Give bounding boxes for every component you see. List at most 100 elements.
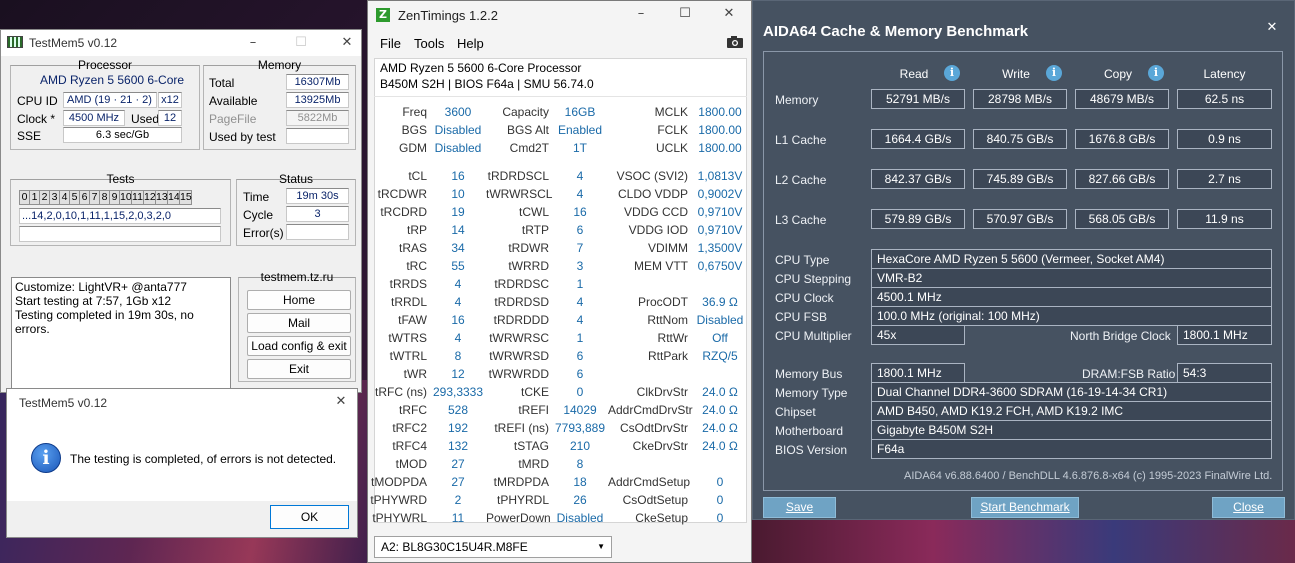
timing-value: 0: [576, 385, 584, 399]
bench-value: 579.89 GB/s: [871, 209, 965, 229]
mail-button[interactable]: Mail: [247, 313, 351, 333]
start-benchmark-button[interactable]: Start Benchmark: [971, 497, 1079, 518]
timing-label: tMOD: [395, 457, 427, 471]
close-icon[interactable]: ✕: [328, 30, 366, 56]
timing-label: UCLK: [655, 141, 688, 155]
cpu-id-value: AMD (19 · 21 · 2): [63, 92, 157, 108]
testmem-titlebar[interactable]: TestMem5 v0.12 – ☐ ✕: [1, 30, 361, 56]
save-button-label: Save: [785, 500, 814, 514]
bench-value: 840.75 GB/s: [973, 129, 1067, 149]
timing-value: 12: [451, 367, 465, 381]
cpu-type-label: CPU Type: [775, 253, 830, 267]
bench-value: 0.9 ns: [1177, 129, 1272, 149]
minimize-icon[interactable]: –: [234, 30, 272, 56]
timing-value: Enabled: [557, 123, 603, 137]
wallpaper-glow-right: [752, 520, 1295, 563]
timing-label: Cmd2T: [509, 141, 549, 155]
completion-dialog: TestMem5 v0.12 ✕ i The testing is comple…: [6, 388, 358, 538]
available-value: 13925Mb: [286, 92, 349, 108]
timing-label: GDM: [399, 141, 427, 155]
load-config-button[interactable]: Load config & exit: [247, 336, 351, 356]
dialog-message: The testing is completed, of errors is n…: [70, 452, 337, 466]
maximize-icon: ☐: [295, 35, 307, 50]
memory-bus-label: Memory Bus: [775, 367, 843, 381]
timing-value: 1: [576, 331, 584, 345]
site-label: testmem.tz.ru: [260, 270, 334, 284]
camera-icon[interactable]: [726, 35, 744, 49]
timing-label: AddrCmdDrvStr: [608, 403, 693, 417]
save-button[interactable]: Save: [763, 497, 836, 518]
timing-value: 36.9 Ω: [702, 295, 738, 309]
close-icon[interactable]: ✕: [1253, 15, 1291, 41]
timing-label: tFAW: [398, 313, 427, 327]
cpu-fsb-value: 100.0 MHz (original: 100 MHz): [871, 306, 1272, 326]
menu-file[interactable]: File: [380, 36, 401, 51]
timing-label: tREFI: [518, 403, 549, 417]
timing-value: 7: [576, 241, 584, 255]
timing-value: 27: [451, 457, 465, 471]
home-button[interactable]: Home: [247, 290, 351, 310]
minimize-icon[interactable]: –: [621, 1, 661, 27]
timing-value: 4: [454, 295, 462, 309]
testmem-window: TestMem5 v0.12 – ☐ ✕ Processor AMD Ryzen…: [0, 29, 362, 393]
info-icon[interactable]: i: [944, 65, 960, 81]
cycle-value: 3: [286, 206, 349, 222]
timing-value: Off: [712, 331, 728, 345]
memory-chip-icon: [7, 36, 23, 48]
test-sequence: ...14,2,0,10,1,11,1,15,2,0,3,2,0: [19, 208, 221, 224]
timing-label: CkeSetup: [635, 511, 688, 525]
menu-help[interactable]: Help: [457, 36, 484, 51]
timing-label: Capacity: [502, 105, 549, 119]
timing-value: Disabled: [434, 141, 482, 155]
timing-value: RZQ/5: [702, 349, 738, 363]
memory-group-title: Memory: [257, 58, 302, 72]
cpu-id-label: CPU ID: [17, 94, 58, 108]
zentimings-window: Z ZenTimings 1.2.2 – ☐ ✕ File Tools Help…: [367, 0, 752, 563]
timing-value: 0: [716, 475, 724, 489]
timing-value: 18: [573, 475, 587, 489]
timing-label: VDIMM: [648, 241, 688, 255]
timing-label: ClkDrvStr: [636, 385, 688, 399]
menu-tools[interactable]: Tools: [414, 36, 444, 51]
timing-label: tRCDWR: [377, 187, 427, 201]
bench-value: 1664.4 GB/s: [871, 129, 965, 149]
zentimings-titlebar[interactable]: Z ZenTimings 1.2.2 – ☐ ✕: [368, 1, 751, 30]
log-line: Customize: LightVR+ @anta777: [15, 280, 187, 294]
timing-value: Disabled: [434, 123, 482, 137]
bench-value: 48679 MB/s: [1075, 89, 1169, 109]
maximize-icon[interactable]: ☐: [665, 1, 705, 27]
clock-value: 4500 MHz: [63, 110, 125, 126]
bench-value: 568.05 GB/s: [1075, 209, 1169, 229]
timing-value: 11: [451, 511, 465, 525]
timing-value: 3600: [444, 105, 472, 119]
timing-label: AddrCmdSetup: [608, 475, 691, 489]
bench-value: 62.5 ns: [1177, 89, 1272, 109]
timing-value: 1800.00: [698, 123, 742, 137]
bench-value: 827.66 GB/s: [1075, 169, 1169, 189]
bench-value: 842.37 GB/s: [871, 169, 965, 189]
timing-value: 27: [451, 475, 465, 489]
dram-ratio-label: DRAM:FSB Ratio: [1082, 367, 1176, 381]
bench-header: Latency: [1203, 67, 1246, 81]
dimm-selector[interactable]: A2: BL8G30C15U4R.M8FE ▼: [374, 536, 612, 558]
log-box[interactable]: Customize: LightVR+ @anta777 Start testi…: [11, 277, 231, 392]
time-label: Time: [243, 190, 270, 204]
pagefile-value: 5822Mb: [286, 110, 349, 126]
timing-label: tWRWRDD: [488, 367, 549, 381]
timing-value: 4: [576, 313, 584, 327]
exit-button[interactable]: Exit: [247, 359, 351, 379]
zentimings-logo-icon: Z: [376, 8, 390, 22]
cpu-multiplier-value: 45x: [871, 325, 965, 345]
close-icon[interactable]: ✕: [709, 1, 749, 27]
dialog-close-icon[interactable]: ✕: [325, 389, 357, 415]
timing-label: tWRWRSC: [489, 331, 549, 345]
info-icon[interactable]: i: [1046, 65, 1062, 81]
timing-value: 1,3500V: [697, 241, 743, 255]
timing-value: 528: [447, 403, 469, 417]
timing-label: VSOC (SVI2): [616, 169, 688, 183]
close-button[interactable]: Close: [1212, 497, 1285, 518]
dialog-title: TestMem5 v0.12: [19, 396, 108, 410]
timing-label: tCKE: [520, 385, 549, 399]
info-icon[interactable]: i: [1148, 65, 1164, 81]
ok-button[interactable]: OK: [270, 505, 349, 529]
